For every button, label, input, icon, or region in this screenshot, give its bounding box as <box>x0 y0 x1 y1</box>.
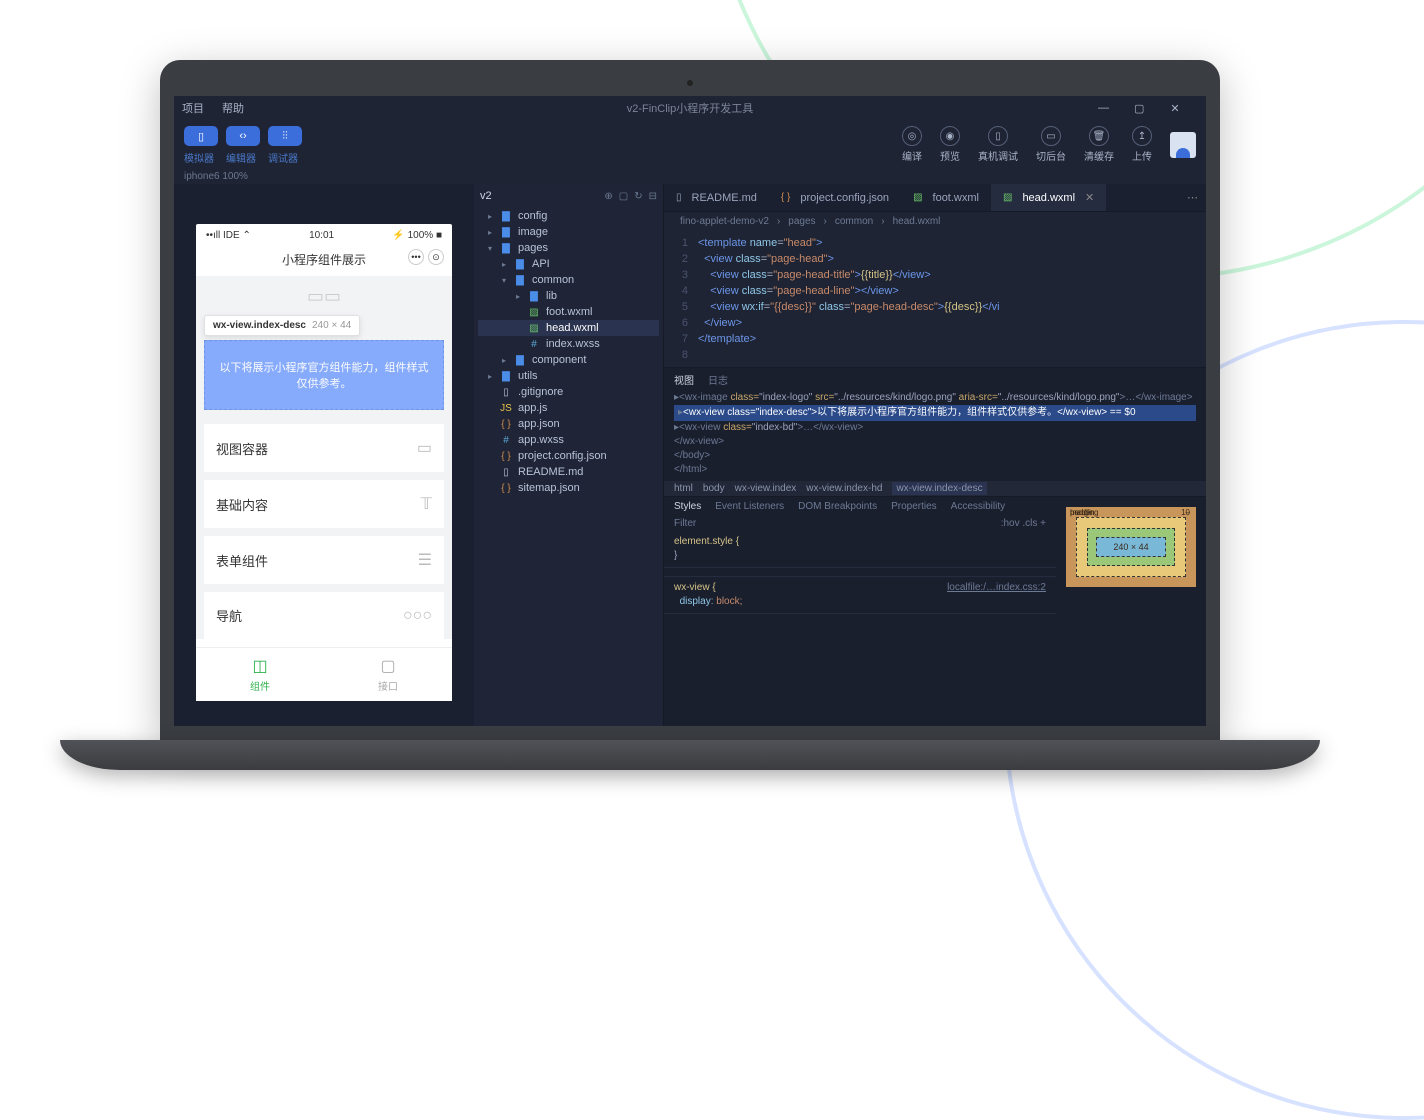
styles-subtab[interactable]: Event Listeners <box>715 501 784 512</box>
tree-item[interactable]: { }sitemap.json <box>478 480 659 496</box>
phone-tab-component[interactable]: ◫组件 <box>196 648 324 701</box>
camera-dot <box>687 80 693 86</box>
styles-subtab[interactable]: Accessibility <box>951 501 1005 512</box>
refresh-icon[interactable]: ↻ <box>634 191 642 202</box>
minimize-icon[interactable]: — <box>1098 102 1108 115</box>
tree-item[interactable]: ▨head.wxml <box>478 320 659 336</box>
editor-tab[interactable]: { }project.config.json <box>769 184 901 211</box>
tree-item[interactable]: ▸▇lib <box>478 288 659 304</box>
list-item[interactable]: 导航○○○ <box>204 592 444 639</box>
clear-cache-button[interactable]: 🗑清缓存 <box>1084 126 1114 163</box>
menu-help[interactable]: 帮助 <box>222 100 244 116</box>
editor-tab[interactable]: ▯README.md <box>664 184 769 211</box>
close-icon[interactable]: ✕ <box>1170 102 1180 115</box>
ide-window: 项目 帮助 v2-FinClip小程序开发工具 — ▢ ✕ ▯ ‹› ⫶⫶ 模拟… <box>174 96 1206 726</box>
editor-tab[interactable]: ▨foot.wxml <box>901 184 991 211</box>
editor-tab[interactable]: ▨head.wxml✕ <box>991 184 1106 211</box>
file-tree-pane: v2 ⊕ ▢ ↻ ⊟ ▸▇config▸▇image▾▇pages▸▇API▾▇… <box>474 184 664 726</box>
tree-item[interactable]: JSapp.js <box>478 400 659 416</box>
dom-tree[interactable]: ▸<wx-image class="index-logo" src="../re… <box>664 387 1206 481</box>
box-model: margin10 border– padding 240 × 44 <box>1056 497 1206 726</box>
tree-item[interactable]: { }app.json <box>478 416 659 432</box>
styles-subtab[interactable]: Properties <box>891 501 937 512</box>
tool-simulator-icon[interactable]: ▯ <box>184 126 218 146</box>
styles-tabs: Styles Event Listeners DOM Breakpoints Prop… <box>664 497 1056 516</box>
collapse-icon[interactable]: ⊟ <box>649 191 657 202</box>
tool-editor-label: 编辑器 <box>226 150 256 165</box>
remote-debug-button[interactable]: ▯真机调试 <box>978 126 1018 163</box>
background-button[interactable]: ▭切后台 <box>1036 126 1066 163</box>
tool-editor-icon[interactable]: ‹› <box>226 126 260 146</box>
styles-filter-controls[interactable]: :hov .cls + <box>1001 518 1046 529</box>
list-item[interactable]: 基础内容𝕋 <box>204 480 444 528</box>
laptop-base <box>60 740 1320 770</box>
menubar: 项目 帮助 v2-FinClip小程序开发工具 — ▢ ✕ <box>174 96 1206 120</box>
phone-menu-icon[interactable]: ••• <box>408 249 424 265</box>
close-tab-icon: ✕ <box>1085 191 1094 204</box>
tree-item[interactable]: ▸▇utils <box>478 368 659 384</box>
phone-battery: ⚡ 100% ■ <box>392 230 442 241</box>
tree-item[interactable]: ▾▇common <box>478 272 659 288</box>
menu-project[interactable]: 项目 <box>182 100 204 116</box>
styles-subtab[interactable]: Styles <box>674 501 701 512</box>
phone-close-icon[interactable]: ⊙ <box>428 249 444 265</box>
tool-simulator-label: 模拟器 <box>184 150 214 165</box>
tree-item[interactable]: ▯README.md <box>478 464 659 480</box>
phone-time: 10:01 <box>309 230 334 241</box>
new-folder-icon[interactable]: ▢ <box>619 191 628 202</box>
dom-breadcrumb: htmlbodywx-view.indexwx-view.index-hdwx-… <box>664 481 1206 496</box>
status-bar: iphone6 100% <box>174 169 1206 184</box>
list-item[interactable]: 视图容器▭ <box>204 424 444 472</box>
simulator-pane: ••ıll IDE ⌃ 10:01 ⚡ 100% ■ 小程序组件展示 ••• ⊙… <box>174 184 474 726</box>
styles-subtab[interactable]: DOM Breakpoints <box>798 501 877 512</box>
tree-item[interactable]: ▸▇component <box>478 352 659 368</box>
tree-item[interactable]: #app.wxss <box>478 432 659 448</box>
tree-item[interactable]: ▨foot.wxml <box>478 304 659 320</box>
tree-item[interactable]: { }project.config.json <box>478 448 659 464</box>
tool-debugger-icon[interactable]: ⫶⫶ <box>268 126 302 146</box>
css-rule[interactable]: localfile:/…index.css:2wx-view { display… <box>664 577 1056 614</box>
compile-button[interactable]: ◎编译 <box>902 126 922 163</box>
devtools-tab-log[interactable]: 日志 <box>708 372 728 387</box>
phone-signal: ••ıll IDE ⌃ <box>206 230 251 241</box>
css-rule[interactable]: element.style {} <box>664 531 1056 568</box>
devtools-tab-view[interactable]: 视图 <box>674 372 694 387</box>
breadcrumb: fino-applet-demo-v2›pages›common›head.wx… <box>664 212 1206 231</box>
tool-debugger-label: 调试器 <box>268 150 298 165</box>
css-rule[interactable]: </span><div class="sel">.index-desc {</d… <box>664 568 1056 577</box>
tree-item[interactable]: ▯.gitignore <box>478 384 659 400</box>
devtools-panel: 视图 日志 ▸<wx-image class="index-logo" src=… <box>664 367 1206 726</box>
upload-button[interactable]: ↥上传 <box>1132 126 1152 163</box>
tree-item[interactable]: #index.wxss <box>478 336 659 352</box>
maximize-icon[interactable]: ▢ <box>1134 102 1144 115</box>
editor-pane: ▯README.md{ }project.config.json▨foot.wx… <box>664 184 1206 726</box>
window-title: v2-FinClip小程序开发工具 <box>174 100 1206 116</box>
tab-overflow-icon[interactable]: ⋯ <box>1179 191 1206 204</box>
laptop-frame: 项目 帮助 v2-FinClip小程序开发工具 — ▢ ✕ ▯ ‹› ⫶⫶ 模拟… <box>160 60 1220 770</box>
code-editor[interactable]: 1<template name="head">2 <view class="pa… <box>664 231 1206 367</box>
styles-filter-input[interactable]: Filter <box>674 518 696 529</box>
phone-preview: ••ıll IDE ⌃ 10:01 ⚡ 100% ■ 小程序组件展示 ••• ⊙… <box>196 224 452 701</box>
new-file-icon[interactable]: ⊕ <box>604 191 612 202</box>
highlighted-element[interactable]: 以下将展示小程序官方组件能力，组件样式仅供参考。 <box>204 340 444 410</box>
tree-item[interactable]: ▸▇image <box>478 224 659 240</box>
tree-item[interactable]: ▾▇pages <box>478 240 659 256</box>
phone-title: 小程序组件展示 <box>282 253 366 267</box>
toolbar: ▯ ‹› ⫶⫶ 模拟器 编辑器 调试器 ◎编译 ◉预览 ▯真机调试 ▭切后台 🗑… <box>174 120 1206 169</box>
avatar[interactable] <box>1170 132 1196 158</box>
list-item[interactable]: 表单组件☰ <box>204 536 444 584</box>
tree-item[interactable]: ▸▇config <box>478 208 659 224</box>
editor-tabs: ▯README.md{ }project.config.json▨foot.wx… <box>664 184 1206 212</box>
tree-item[interactable]: ▸▇API <box>478 256 659 272</box>
inspect-tooltip: wx-view.index-desc240 × 44 <box>204 315 360 336</box>
preview-button[interactable]: ◉预览 <box>940 126 960 163</box>
tree-root-name: v2 <box>480 190 492 202</box>
phone-tab-api[interactable]: ▢接口 <box>324 648 452 701</box>
